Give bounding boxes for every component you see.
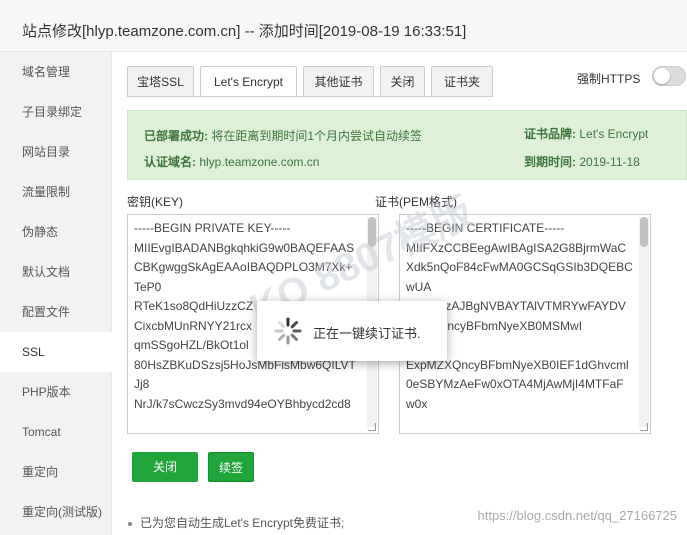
sidebar: 域名管理 子目录绑定 网站目录 流量限制 伪静态 默认文档 配置文件 SSL P… (0, 52, 112, 535)
tab-close[interactable]: 关闭 (380, 66, 425, 97)
toggle-knob (654, 68, 670, 84)
certificate-scrollbar[interactable] (639, 217, 649, 427)
renew-button[interactable]: 续签 (208, 452, 254, 482)
loading-dialog: 正在一键续订证书. (257, 301, 447, 361)
expire-value: 2019-11-18 (579, 155, 640, 169)
auto-cert-note: 已为您自动生成Let's Encrypt免费证书; (128, 514, 344, 531)
sidebar-item-site-dir[interactable]: 网站目录 (0, 132, 112, 172)
sidebar-item-default-doc[interactable]: 默认文档 (0, 252, 112, 292)
tab-cert-folder[interactable]: 证书夹 (431, 66, 493, 97)
tab-lets-encrypt[interactable]: Let's Encrypt (200, 66, 297, 97)
domain-value: hlyp.teamzone.com.cn (199, 155, 320, 169)
brand-status: 证书品牌: Let's Encrypt (524, 125, 648, 142)
sidebar-item-rewrite[interactable]: 伪静态 (0, 212, 112, 252)
close-ssl-button[interactable]: 关闭SSL (132, 452, 198, 504)
tab-other-cert[interactable]: 其他证书 (303, 66, 374, 97)
resize-handle-icon[interactable] (368, 423, 376, 431)
scrollbar-thumb[interactable] (640, 217, 648, 247)
brand-value: Let's Encrypt (579, 127, 649, 141)
force-https-label: 强制HTTPS (577, 72, 641, 86)
brand-key: 证书品牌: (524, 127, 576, 141)
expire-key: 到期时间: (524, 155, 576, 169)
window-title-bar: 站点修改[hlyp.teamzone.com.cn] -- 添加时间[2019-… (0, 0, 687, 52)
sidebar-item-php-version[interactable]: PHP版本 (0, 372, 112, 412)
sidebar-item-redirect[interactable]: 重定向 (0, 452, 112, 492)
resize-handle-icon[interactable] (640, 423, 648, 431)
private-key-label: 密钥(KEY) (127, 195, 184, 209)
loading-message: 正在一键续订证书. (313, 326, 421, 341)
domain-status: 认证域名: hlyp.teamzone.com.cn (144, 153, 319, 170)
sidebar-item-tomcat[interactable]: Tomcat (0, 412, 112, 452)
expire-status: 到期时间: 2019-11-18 (524, 153, 640, 170)
force-https-toggle[interactable] (652, 66, 686, 86)
ssl-status-panel: 已部署成功: 将在距离到期时间1个月内尝试自动续签 认证域名: hlyp.tea… (127, 110, 687, 180)
tabs-divider (127, 96, 493, 97)
loading-spinner-icon (274, 317, 302, 345)
watermark-url: https://blog.csdn.net/qq_27166725 (477, 508, 678, 523)
window-title: 站点修改[hlyp.teamzone.com.cn] -- 添加时间[2019-… (22, 23, 467, 40)
sidebar-item-ssl[interactable]: SSL (0, 332, 112, 372)
sidebar-item-config-file[interactable]: 配置文件 (0, 292, 112, 332)
deployed-key: 已部署成功: (144, 129, 208, 143)
sidebar-item-domain[interactable]: 域名管理 (0, 52, 112, 92)
sidebar-item-traffic-limit[interactable]: 流量限制 (0, 172, 112, 212)
tab-bt-ssl[interactable]: 宝塔SSL (127, 66, 194, 97)
auto-cert-note-text: 已为您自动生成Let's Encrypt免费证书; (140, 516, 345, 530)
domain-key: 认证域名: (144, 155, 196, 169)
sidebar-item-subdir[interactable]: 子目录绑定 (0, 92, 112, 132)
sidebar-item-redirect-beta[interactable]: 重定向(测试版) (0, 492, 112, 532)
deployed-status: 已部署成功: 将在距离到期时间1个月内尝试自动续签 (144, 127, 422, 144)
deployed-value: 将在距离到期时间1个月内尝试自动续签 (211, 129, 423, 143)
bullet-icon (128, 521, 132, 526)
